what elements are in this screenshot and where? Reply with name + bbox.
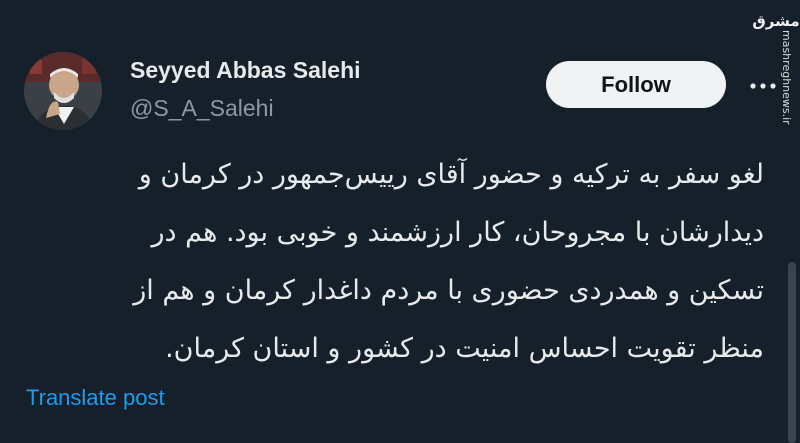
tweet-body: لغو سفر به ترکیه و حضور آقای رییس‌جمهور … [28, 146, 764, 378]
avatar[interactable] [24, 52, 102, 130]
author-name[interactable]: Seyyed Abbas Salehi [130, 57, 361, 84]
watermark-url: mashreghnews.ir [780, 30, 793, 125]
watermark-logo: مشرق [752, 12, 800, 30]
scrollbar[interactable] [788, 262, 796, 443]
tweet-body-line: منظر تقویت احساس امنیت در کشور و استان ک… [165, 333, 764, 364]
tweet-body-line: لغو سفر به ترکیه و حضور آقای رییس‌جمهور … [138, 159, 764, 190]
translate-post-link[interactable]: Translate post [26, 385, 165, 411]
follow-button[interactable]: Follow [546, 61, 726, 108]
tweet-body-line: دیدارشان با مجروحان، کار ارزشمند و خوبی … [151, 217, 764, 248]
tweet-body-line: تسکین و همدردی حضوری با مردم داغدار کرما… [133, 275, 764, 306]
watermark: مشرق mashreghnews.ir [752, 0, 800, 160]
author-handle[interactable]: @S_A_Salehi [130, 95, 274, 122]
